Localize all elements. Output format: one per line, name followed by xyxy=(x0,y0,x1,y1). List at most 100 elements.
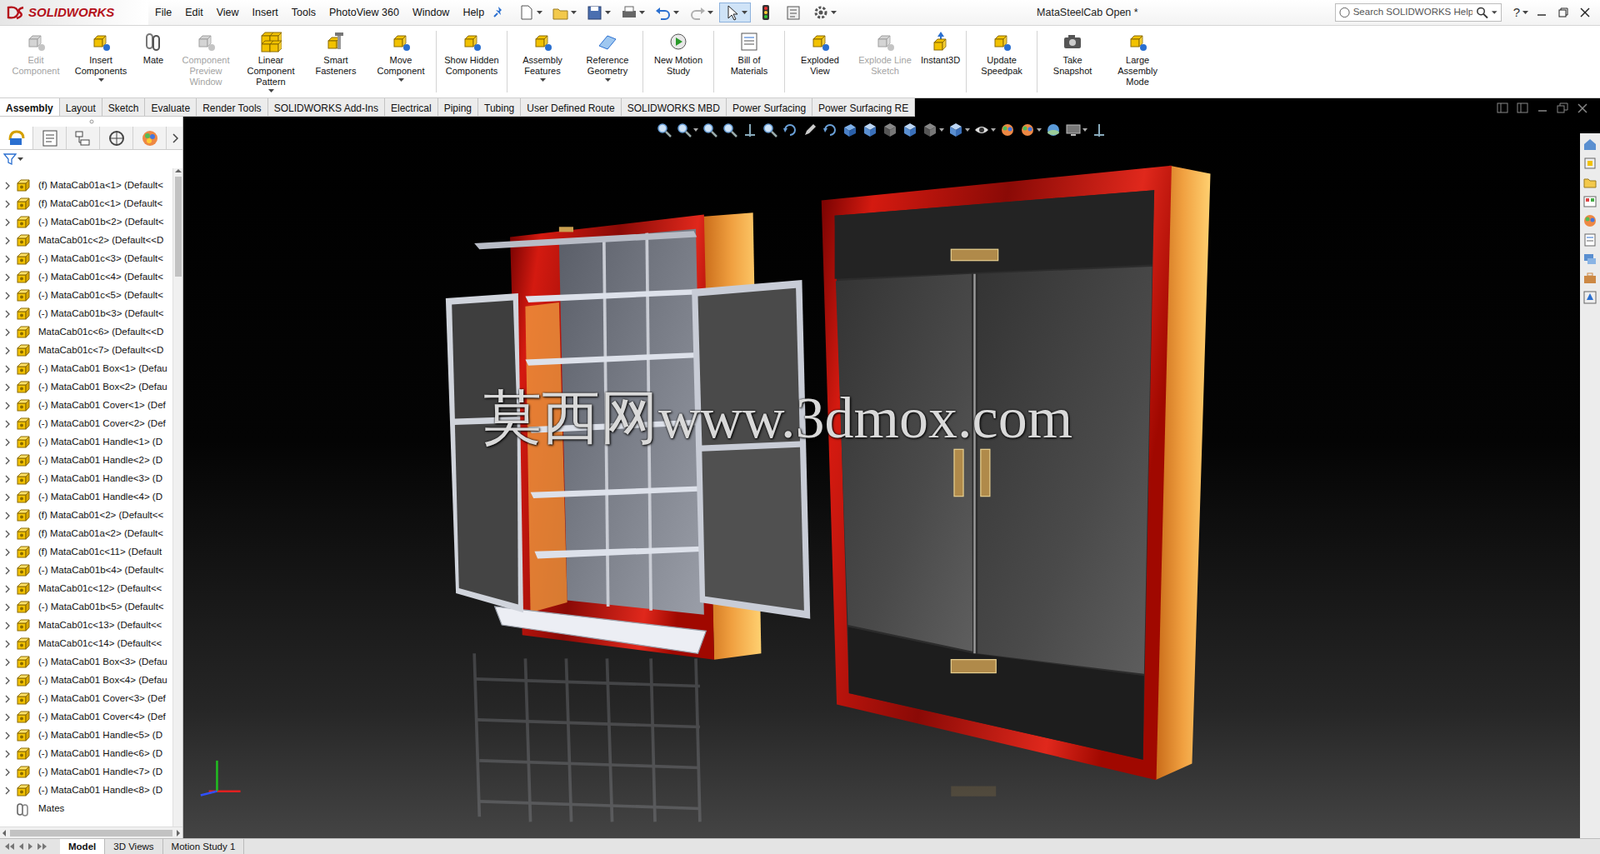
first-tab-icon[interactable] xyxy=(3,842,15,851)
zoom-window-button[interactable] xyxy=(760,121,780,139)
command-tab[interactable]: Piping xyxy=(438,98,479,116)
tree-scrollbar[interactable] xyxy=(172,168,183,827)
tree-item[interactable]: (-) MataCab01b<3> (Default< xyxy=(0,305,173,324)
zoom-selection-button[interactable] xyxy=(720,121,740,139)
restore-icon[interactable] xyxy=(1558,7,1569,18)
expander[interactable] xyxy=(0,493,14,502)
ribbon-button[interactable]: Exploded View xyxy=(787,30,853,84)
command-tab[interactable]: Render Tools xyxy=(196,98,269,116)
panel-tab[interactable] xyxy=(33,126,67,150)
menu-item[interactable]: Window xyxy=(405,3,456,23)
sketch-button[interactable] xyxy=(800,121,820,139)
command-tab[interactable]: Power Surfacing xyxy=(726,98,813,116)
expander[interactable] xyxy=(0,456,14,465)
expander[interactable] xyxy=(0,438,14,447)
undo-button[interactable] xyxy=(650,2,683,23)
redo-button[interactable] xyxy=(685,2,717,23)
expander[interactable] xyxy=(0,511,14,520)
tree-item[interactable]: Mates xyxy=(0,800,173,819)
menu-item[interactable]: File xyxy=(148,3,179,23)
edit-appearance-button[interactable] xyxy=(998,121,1017,139)
command-tab[interactable]: Electrical xyxy=(385,98,439,116)
expander[interactable] xyxy=(0,676,14,685)
shaded-button[interactable] xyxy=(900,121,920,139)
rebuild-button[interactable] xyxy=(753,2,779,23)
speedpak-pane-icon[interactable] xyxy=(1582,290,1598,305)
tree-item[interactable]: (f) MataCab01c<11> (Default xyxy=(0,543,173,562)
hidden-lines-button[interactable] xyxy=(920,121,945,139)
next-tab-icon[interactable] xyxy=(26,842,35,851)
expander[interactable] xyxy=(0,310,14,319)
expander[interactable] xyxy=(0,530,14,539)
tree-item[interactable]: (-) MataCab01 Box<1> (Defau xyxy=(0,360,173,379)
ribbon-button[interactable]: Bill of Materials xyxy=(716,30,782,84)
ribbon-button[interactable]: Reference Geometry xyxy=(575,30,640,84)
minimize-view-icon[interactable] xyxy=(1536,102,1549,114)
tree-item[interactable]: (-) MataCab01 Cover<3> (Def xyxy=(0,690,173,709)
command-tab[interactable]: User Defined Route xyxy=(520,98,621,116)
file-properties-button[interactable] xyxy=(780,2,806,23)
scroll-thumb[interactable] xyxy=(10,830,173,837)
view-orientation-button[interactable] xyxy=(860,121,880,139)
expander[interactable] xyxy=(0,658,14,667)
ribbon-button[interactable]: Move Component xyxy=(368,30,434,84)
search-input[interactable] xyxy=(1353,5,1474,20)
print-button[interactable] xyxy=(616,2,649,23)
dropdown-arrow-icon[interactable] xyxy=(268,89,275,93)
expander[interactable] xyxy=(0,713,14,722)
ribbon-button[interactable]: Insert Components xyxy=(68,30,134,84)
tree-item[interactable]: (-) MataCab01c<5> (Default< xyxy=(0,286,173,305)
expander[interactable] xyxy=(0,420,14,429)
command-tab[interactable]: Assembly xyxy=(0,98,60,116)
command-tab[interactable]: SOLIDWORKS MBD xyxy=(621,98,727,116)
dropdown-arrow-icon[interactable] xyxy=(98,78,105,82)
previous-view-button[interactable] xyxy=(820,121,840,139)
previous-tab-icon[interactable] xyxy=(16,842,25,851)
panel-tab[interactable] xyxy=(133,126,167,150)
bottom-tab[interactable]: Model xyxy=(60,839,105,854)
expander[interactable] xyxy=(0,401,14,410)
open-button[interactable] xyxy=(548,2,580,23)
model-scene[interactable] xyxy=(183,116,1580,839)
dropdown-arrow-icon[interactable] xyxy=(398,78,405,82)
close-view-icon[interactable] xyxy=(1576,102,1589,114)
command-tab[interactable]: Power Surfacing RE xyxy=(812,98,915,116)
rotate-button[interactable] xyxy=(780,121,800,139)
panel-tabs-more[interactable] xyxy=(166,133,183,144)
menu-item[interactable]: Help xyxy=(455,3,491,23)
search-options-icon[interactable] xyxy=(1491,10,1498,15)
bottom-tab[interactable]: 3D Views xyxy=(105,839,163,854)
tree-item[interactable]: (-) MataCab01 Box<4> (Defau xyxy=(0,671,173,690)
expander[interactable] xyxy=(0,218,14,227)
help-dropdown-icon[interactable] xyxy=(1522,10,1529,15)
tree-item[interactable]: (f) MataCab01a<2> (Default< xyxy=(0,525,173,544)
tree-item[interactable]: (f) MataCab01a<1> (Default< xyxy=(0,176,173,195)
split-view-icon[interactable] xyxy=(1516,102,1529,114)
menu-item[interactable]: Edit xyxy=(178,3,210,23)
toolbox-icon[interactable] xyxy=(1582,270,1598,286)
bottom-tab[interactable]: Motion Study 1 xyxy=(163,839,245,854)
split-view-icon[interactable] xyxy=(1496,102,1509,114)
scene-button[interactable] xyxy=(1044,121,1063,139)
tree-item[interactable]: (-) MataCab01 Handle<4> (D xyxy=(0,488,173,507)
expander[interactable] xyxy=(0,731,14,740)
tree-item[interactable]: (-) MataCab01 Handle<8> (D xyxy=(0,781,173,800)
tree-item[interactable]: (-) MataCab01 Handle<6> (D xyxy=(0,745,173,764)
view-palette-icon[interactable] xyxy=(1582,194,1598,210)
expander[interactable] xyxy=(0,603,14,612)
tree-item[interactable]: (f) MataCab01<2> (Default<< xyxy=(0,506,173,525)
expander[interactable] xyxy=(0,475,14,484)
command-tab[interactable]: SOLIDWORKS Add-Ins xyxy=(268,98,385,116)
hide-show-button[interactable] xyxy=(972,121,997,139)
ribbon-button[interactable]: Instant3D xyxy=(917,30,964,73)
panel-tab[interactable] xyxy=(66,126,100,150)
expander[interactable] xyxy=(0,328,14,337)
expander[interactable] xyxy=(0,548,14,557)
menu-item[interactable]: PhotoView 360 xyxy=(322,3,406,23)
view-cube-button[interactable] xyxy=(946,121,971,139)
tree-item[interactable]: (-) MataCab01 Handle<7> (D xyxy=(0,763,173,782)
command-tab[interactable]: Sketch xyxy=(102,98,146,116)
resources-home-icon[interactable] xyxy=(1582,136,1598,152)
scroll-left-icon[interactable] xyxy=(1,830,7,837)
ribbon-button[interactable]: Show Hidden Components xyxy=(439,30,505,84)
